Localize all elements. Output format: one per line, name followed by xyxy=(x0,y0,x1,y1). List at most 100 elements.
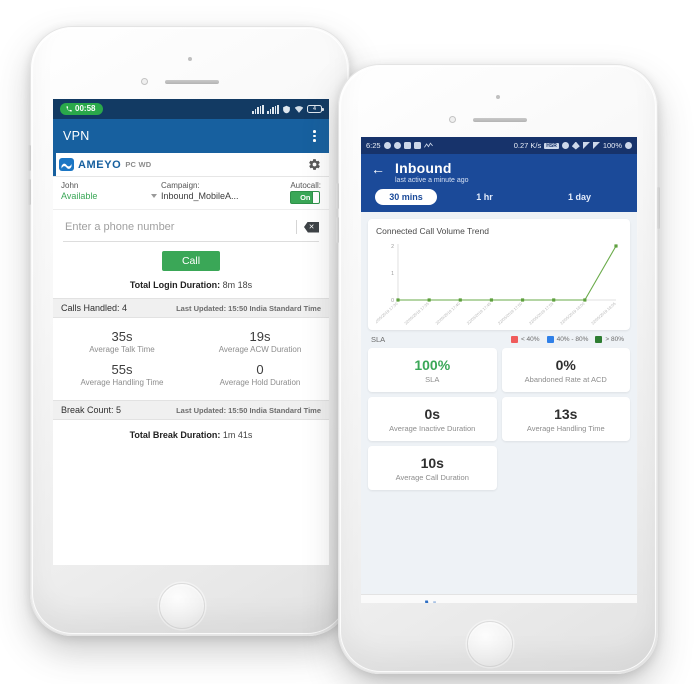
battery-icon: 4 xyxy=(307,105,324,113)
legend-swatch xyxy=(595,336,603,343)
ameyo-wave-logo-icon xyxy=(59,158,74,171)
legend-item: < 40% xyxy=(510,336,540,343)
phone-number-row: Enter a phone number ✕ xyxy=(63,218,319,242)
chart-title: Connected Call Volume Trend xyxy=(376,226,489,236)
agent-stats-grid: 35s Average Talk Time 19s Average ACW Du… xyxy=(53,318,329,400)
agent-name: John xyxy=(61,181,79,190)
kpi-grid: 100% SLA 0% Abandoned Rate at ACD 0s Ave… xyxy=(368,348,630,490)
svg-text:22/05/2019 17:45: 22/05/2019 17:45 xyxy=(466,301,493,326)
svg-text:22/05/2019 18:00: 22/05/2019 18:00 xyxy=(559,301,586,326)
tab-1-hr[interactable]: 1 hr xyxy=(437,192,532,202)
back-arrow-icon[interactable]: ← xyxy=(371,160,385,176)
break-last-updated: Last Updated: 15:50 India Standard Time xyxy=(176,405,321,415)
tab-1-day[interactable]: 1 day xyxy=(532,192,627,202)
pin-icon xyxy=(403,142,411,149)
whatsapp-icon xyxy=(393,142,401,149)
svg-text:22/05/2019 17:30: 22/05/2019 17:30 xyxy=(376,301,399,326)
status-left: 6:25 xyxy=(366,141,433,150)
page-title: Inbound xyxy=(395,160,452,176)
sync-icon xyxy=(625,142,632,149)
stat-value: 19s xyxy=(249,329,271,344)
autocall-toggle[interactable]: On xyxy=(290,191,321,204)
stat-cell: 19s Average ACW Duration xyxy=(191,325,329,358)
call-button[interactable]: Call xyxy=(162,251,220,271)
android-status-bar: 6:25 0.27 K/s HSR 100% xyxy=(361,137,637,154)
kpi-card: 10s Average Call Duration xyxy=(368,446,497,490)
gear-icon[interactable] xyxy=(308,158,321,171)
stat-cell: 55s Average Handling Time xyxy=(53,358,191,391)
supervisor-phone-device: 6:25 0.27 K/s HSR 100% ← Inbound last ac… xyxy=(336,64,660,674)
home-button[interactable] xyxy=(159,583,205,629)
home-button[interactable] xyxy=(467,621,513,667)
stat-value: 35s xyxy=(111,329,133,344)
total-login-duration-label: Total Login Duration: xyxy=(129,280,221,290)
earpiece-speaker xyxy=(165,80,219,84)
brand-name: AMEYO xyxy=(78,158,122,171)
agent-status-selector[interactable]: John Available xyxy=(61,181,157,204)
autocall-label: Autocall: xyxy=(290,181,321,190)
agent-phone-device: 00:58 4 VPN AMEYO PC WD John Available C… xyxy=(28,26,352,636)
agent-meta-row: John Available Campaign: Inbound_MobileA… xyxy=(53,177,329,210)
break-count-header: Break Count: 5 Last Updated: 15:50 India… xyxy=(53,400,329,420)
chevron-down-icon[interactable] xyxy=(151,194,157,198)
dashboard-body: Connected Call Volume Trend 0 1 2 22/05/201… xyxy=(361,212,637,542)
stat-label: Average Hold Duration xyxy=(219,378,301,387)
bottom-navigation: Overview Queue xyxy=(361,594,637,603)
phone-volume-button xyxy=(336,183,339,209)
kpi-card: 100% SLA xyxy=(368,348,497,392)
hsr-badge-icon: HSR xyxy=(544,142,559,149)
proximity-sensor-icon xyxy=(141,78,148,85)
status-right: 0.27 K/s HSR 100% xyxy=(514,141,632,150)
sla-label: SLA xyxy=(371,335,386,344)
vpn-shield-icon xyxy=(283,105,290,113)
break-count-label: Break Count: 5 xyxy=(61,405,122,415)
wifi-icon xyxy=(294,105,304,113)
legend-label: > 80% xyxy=(605,336,624,343)
kpi-label: Average Inactive Duration xyxy=(389,424,476,433)
agent-app-screen: 00:58 4 VPN AMEYO PC WD John Available C… xyxy=(53,99,329,565)
tab-30-mins[interactable]: 30 mins xyxy=(375,189,437,205)
phone-volume-button xyxy=(28,179,31,205)
screenshot-canvas: 00:58 4 VPN AMEYO PC WD John Available C… xyxy=(0,0,700,684)
stat-label: Average ACW Duration xyxy=(218,345,302,354)
nav-queue[interactable]: Queue xyxy=(499,600,637,603)
app-bar-title: VPN xyxy=(63,129,90,143)
legend-label: 40% - 80% xyxy=(556,336,589,343)
campaign-value: Inbound_MobileA... xyxy=(161,191,239,201)
total-break-duration-value: 1m 41s xyxy=(222,430,253,440)
data-rate-text: 0.27 K/s xyxy=(513,141,542,150)
trend-line-icon xyxy=(499,600,637,603)
stat-value: 0 xyxy=(256,362,264,377)
active-call-timer-pill: 00:58 xyxy=(60,103,104,115)
phone-number-input[interactable]: Enter a phone number xyxy=(63,218,289,236)
calls-handled-header: Calls Handled: 4 Last Updated: 15:50 Ind… xyxy=(53,298,329,318)
chart-plot-area: 0 1 2 22/05/2019 17:30 22/05/2019 17:35 22/05… xyxy=(376,238,622,326)
app-bar: ← Inbound last active a minute ago 30 mi… xyxy=(361,154,637,212)
svg-text:1: 1 xyxy=(391,271,394,277)
battery-percent-text: 100% xyxy=(602,141,622,150)
brand-suffix: PC WD xyxy=(125,160,152,169)
kpi-label: Average Call Duration xyxy=(395,473,469,482)
backspace-icon[interactable]: ✕ xyxy=(304,221,319,233)
brand-bar: AMEYO PC WD xyxy=(53,153,329,177)
stat-label: Average Talk Time xyxy=(89,345,155,354)
legend-swatch xyxy=(546,336,554,343)
nav-overview[interactable]: Overview xyxy=(361,600,499,603)
legend-label: < 40% xyxy=(520,336,540,343)
status-bar-icons: 4 xyxy=(252,104,324,114)
dialer-section: Enter a phone number ✕ Call xyxy=(53,210,329,271)
kpi-value: 0s xyxy=(424,406,441,422)
svg-text:2: 2 xyxy=(391,244,394,250)
front-camera-icon xyxy=(496,95,500,99)
phone-icon xyxy=(66,106,72,112)
kpi-card: 13s Average Handling Time xyxy=(501,397,630,441)
kebab-menu-icon[interactable] xyxy=(310,127,319,145)
app-bar: VPN xyxy=(53,119,329,153)
body-spacer xyxy=(361,542,637,594)
signal-icon xyxy=(592,142,600,149)
total-break-duration: Total Break Duration: 1m 41s xyxy=(53,420,329,450)
legend-item: 40% - 80% xyxy=(546,336,589,343)
wifi-icon xyxy=(571,141,580,150)
clock-text: 6:25 xyxy=(366,141,381,150)
svg-text:22/05/2019 17:40: 22/05/2019 17:40 xyxy=(434,301,461,326)
